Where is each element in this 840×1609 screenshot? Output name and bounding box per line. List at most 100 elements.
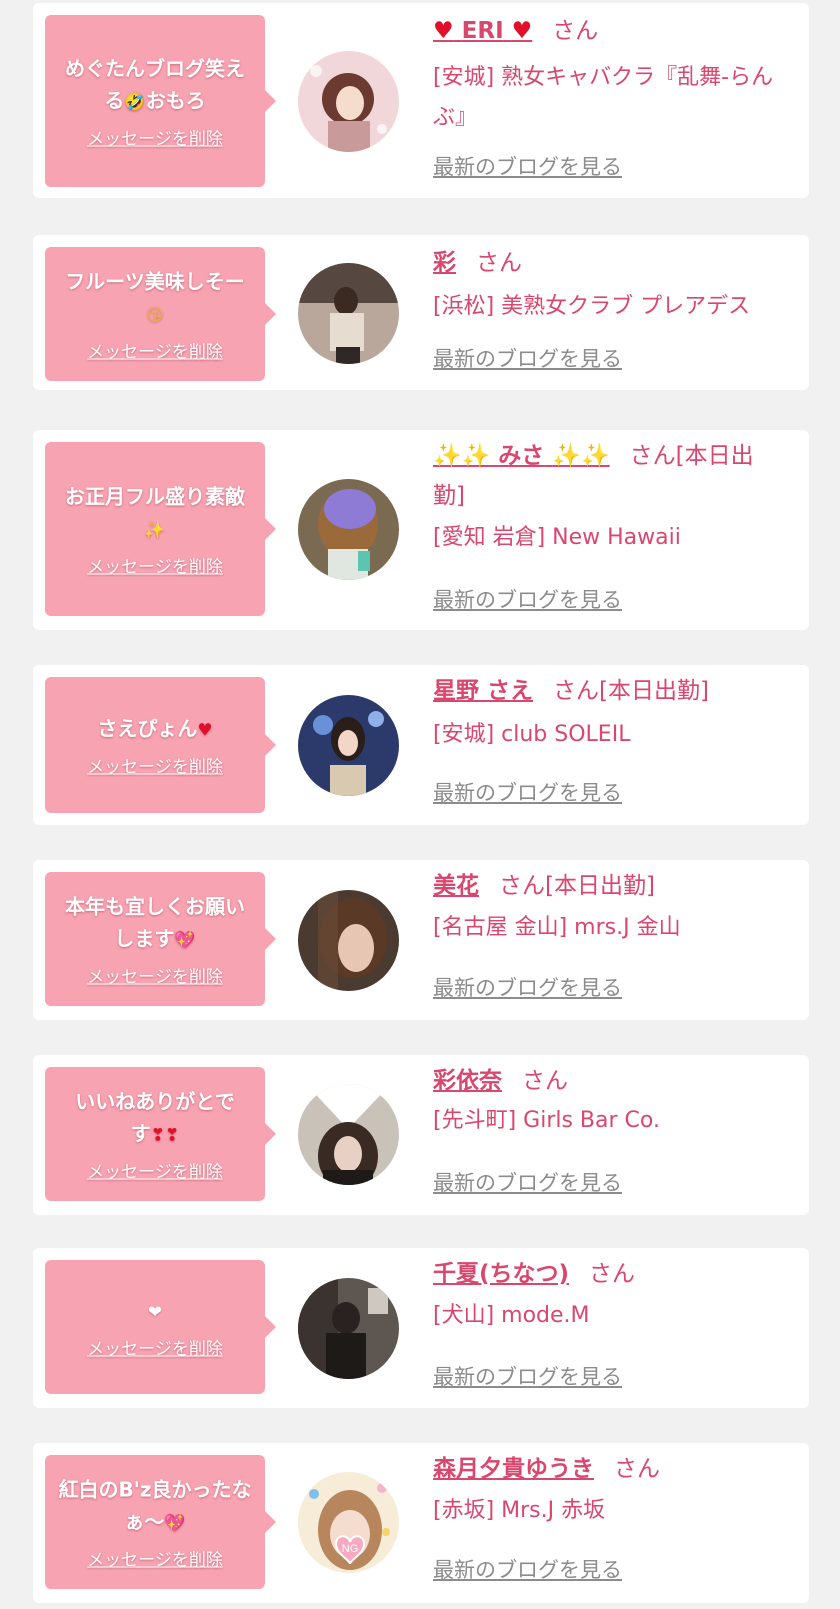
attendance-status: [本日出勤] (599, 678, 709, 704)
name-line: 星野 さえ さん[本日出勤] (433, 671, 783, 711)
name-line: 千夏(ちなつ) さん (433, 1254, 783, 1294)
cast-name-link[interactable]: 千夏(ちなつ) (433, 1261, 569, 1287)
honorific: さん (589, 1261, 636, 1287)
honorific: さん (499, 873, 545, 899)
honorific: さん (629, 443, 676, 469)
avatar-image (298, 695, 399, 796)
shop-name: [安城] club SOLEIL (433, 722, 631, 747)
name-line: ✨✨ みさ ✨✨ さん[本日出勤] (433, 436, 783, 516)
message-text: ❤ (57, 1295, 253, 1329)
avatar-badge-text: NG (342, 1543, 359, 1555)
attendance-status: [本日出勤] (545, 873, 655, 899)
cast-name: みさ (498, 443, 545, 469)
latest-blog-link[interactable]: 最新のブログを見る (433, 777, 622, 807)
latest-blog-link[interactable]: 最新のブログを見る (433, 972, 622, 1002)
message-card: めぐたんブログ笑える🤣おもろメッセージを削除 ♥ ERI ♥ さん [安城] 熟女キャ… (33, 3, 809, 198)
avatar[interactable] (298, 1084, 399, 1185)
delete-message-link[interactable]: メッセージを削除 (87, 338, 223, 363)
cast-name-link[interactable]: 彩 (433, 250, 456, 276)
message-text: お正月フル盛り素敵 ✨ (57, 481, 253, 547)
message-bubble: ❤ メッセージを削除 (45, 1260, 276, 1394)
latest-blog-link[interactable]: 最新のブログを見る (433, 584, 622, 614)
shop-name: [愛知 岩倉] New Hawaii (433, 525, 681, 550)
delete-message-link[interactable]: メッセージを削除 (87, 963, 223, 988)
avatar[interactable] (298, 263, 399, 364)
delete-message-link[interactable]: メッセージを削除 (87, 1158, 223, 1183)
cast-name-link[interactable]: ♥ ERI ♥ (433, 18, 532, 44)
name-line: 彩さん (433, 243, 783, 283)
latest-blog-link[interactable]: 最新のブログを見る (433, 1167, 622, 1197)
cast-name-link[interactable]: 彩依奈 (433, 1068, 502, 1094)
message-bubble: 紅白のB'z良かったなぁ〜💖 メッセージを削除 (45, 1455, 276, 1589)
heart-icon: ♥ (433, 18, 454, 44)
delete-message-link[interactable]: メッセージを削除 (87, 1335, 223, 1360)
message-emoji: 💖 (174, 930, 196, 951)
cast-name: 星野 さえ (433, 678, 534, 704)
honorific: さん (553, 678, 600, 704)
avatar[interactable] (298, 51, 399, 152)
cast-info: ✨✨ みさ ✨✨ さん[本日出勤] [愛知 岩倉] New Hawaii 最新のブログ… (433, 430, 783, 630)
cast-name: 森月夕貴ゆうき (433, 1456, 594, 1482)
message-emoji: 💖 (164, 1513, 186, 1534)
message-bubble: さえぴょん♥ メッセージを削除 (45, 677, 276, 813)
message-emoji: 🤣 (124, 92, 146, 113)
message-body: 本年も宜しくお願いします (65, 894, 245, 951)
message-bubble: フルーツ美味しそー 😘 メッセージを削除 (45, 247, 276, 381)
cast-name: 彩 (433, 250, 456, 276)
avatar-image (298, 263, 399, 364)
honorific: さん (522, 1068, 568, 1094)
avatar[interactable]: NG (298, 1472, 399, 1573)
message-card: 紅白のB'z良かったなぁ〜💖 メッセージを削除 NG 森月夕貴ゆうき さん [赤坂] Mr… (33, 1443, 809, 1603)
message-card: いいねありがとです❣❣ メッセージを削除 彩依奈 さん [先斗町] Girls Bar … (33, 1055, 809, 1215)
message-bubble: お正月フル盛り素敵 ✨ メッセージを削除 (45, 442, 276, 616)
delete-message-link[interactable]: メッセージを削除 (87, 553, 223, 578)
cast-name-link[interactable]: ✨✨ みさ ✨✨ (433, 443, 610, 469)
message-bubble: めぐたんブログ笑える🤣おもろメッセージを削除 (45, 15, 276, 187)
cast-info: 千夏(ちなつ) さん [犬山] mode.M 最新のブログを見る (433, 1248, 783, 1408)
avatar[interactable] (298, 479, 399, 580)
cast-info: 美花 さん[本日出勤] [名古屋 金山] mrs.J 金山最新のブログを見る (433, 860, 783, 1020)
latest-blog-link[interactable]: 最新のブログを見る (433, 343, 622, 373)
delete-message-link[interactable]: メッセージを削除 (87, 125, 223, 150)
latest-blog-link[interactable]: 最新のブログを見る (433, 1361, 622, 1391)
honorific: さん (552, 18, 599, 44)
message-card: フルーツ美味しそー 😘 メッセージを削除 彩さん [浜松] 美熟女クラブ プレアデス 最新… (33, 235, 809, 390)
message-text: 本年も宜しくお願いします💖 (57, 891, 253, 957)
latest-blog-link[interactable]: 最新のブログを見る (433, 151, 622, 181)
message-emoji: 😘 (146, 305, 164, 326)
sparkle-icon: ✨✨ (433, 443, 491, 469)
message-card: さえぴょん♥ メッセージを削除 星野 さえ さん[本日出勤] [安城] club SOL… (33, 665, 809, 825)
cast-name-link[interactable]: 星野 さえ (433, 678, 533, 704)
cast-name: ERI (461, 18, 504, 44)
shop-name: [犬山] mode.M (433, 1303, 590, 1328)
message-text: フルーツ美味しそー 😘 (57, 266, 253, 332)
name-line: ♥ ERI ♥ さん (433, 11, 783, 51)
cast-info: 森月夕貴ゆうき さん [赤坂] Mrs.J 赤坂 最新のブログを見る (433, 1443, 783, 1603)
message-card: ❤ メッセージを削除 千夏(ちなつ) さん [犬山] mode.M 最新のブログを見る (33, 1248, 809, 1408)
latest-blog-link[interactable]: 最新のブログを見る (433, 1554, 622, 1584)
cast-name-link[interactable]: 森月夕貴ゆうき (433, 1456, 594, 1482)
shop-name: [安城] 熟女キャバクラ『乱舞-らんぶ』 (433, 65, 774, 130)
avatar-image (298, 1278, 399, 1379)
message-emoji: ❤ (147, 1302, 163, 1323)
cast-info: 彩依奈 さん [先斗町] Girls Bar Co. 最新のブログを見る (433, 1055, 783, 1215)
avatar[interactable] (298, 890, 399, 991)
cast-info: 彩さん [浜松] 美熟女クラブ プレアデス 最新のブログを見る (433, 235, 783, 390)
delete-message-link[interactable]: メッセージを削除 (87, 1546, 223, 1571)
message-body: 紅白のB'z良かったなぁ〜 (58, 1477, 252, 1534)
cast-name: 美花 (433, 873, 479, 899)
name-line: 彩依奈 さん (433, 1061, 783, 1101)
message-text: いいねありがとです❣❣ (57, 1086, 253, 1152)
message-text: さえぴょん♥ (57, 713, 253, 747)
avatar-image (298, 890, 399, 991)
shop-name: [名古屋 金山] mrs.J 金山 (433, 915, 681, 940)
heart-icon: ♥ (511, 18, 533, 44)
message-card: お正月フル盛り素敵✨ メッセージを削除 ✨✨ みさ ✨✨ さん[本日出勤] [愛知 岩倉… (33, 430, 809, 630)
avatar[interactable] (298, 1278, 399, 1379)
cast-name-link[interactable]: 美花 (433, 873, 479, 899)
avatar[interactable] (298, 695, 399, 796)
message-text: めぐたんブログ笑える🤣おもろ (57, 53, 253, 119)
avatar-image (298, 479, 399, 580)
sparkle-icon: ✨✨ (552, 443, 610, 469)
delete-message-link[interactable]: メッセージを削除 (87, 753, 223, 778)
